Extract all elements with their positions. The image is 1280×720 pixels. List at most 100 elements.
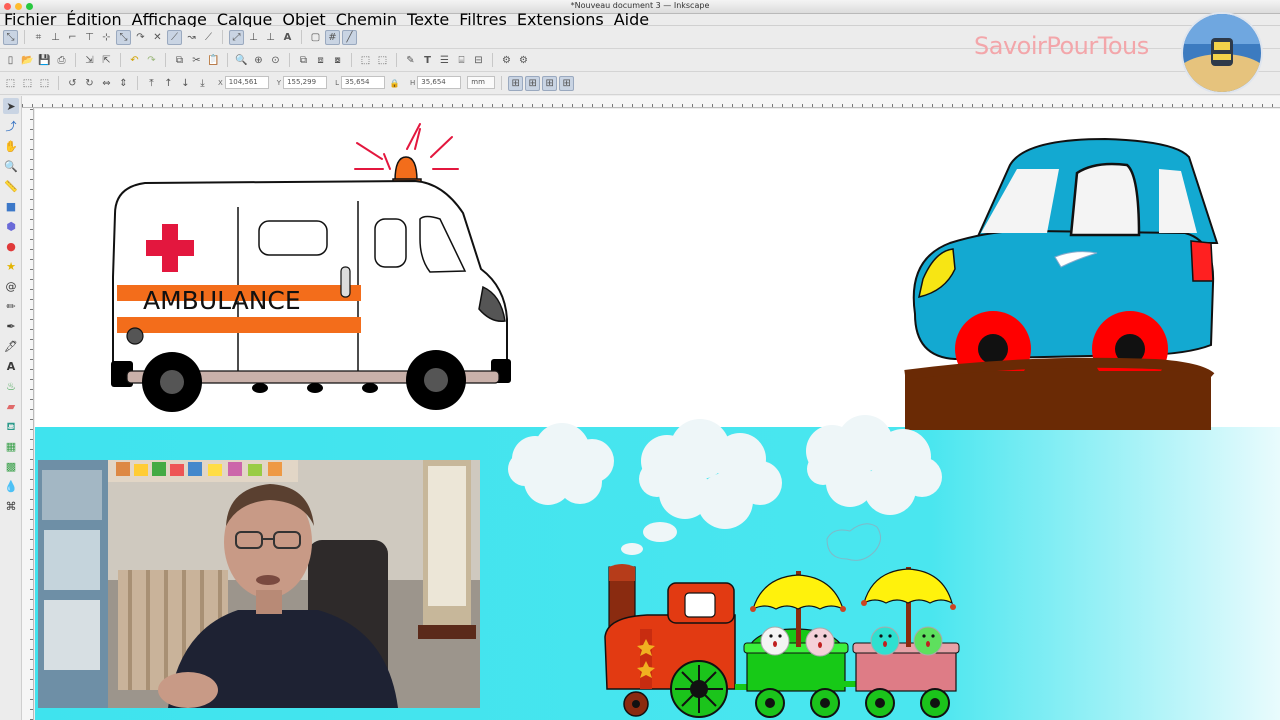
inkscape-window: *Nouveau document 3 — Inkscape Fichier É…: [0, 0, 1280, 720]
transform-gradients-icon[interactable]: ⊞: [542, 76, 558, 91]
raise-icon[interactable]: ↑: [161, 76, 176, 91]
menu-chemin[interactable]: Chemin: [336, 12, 397, 28]
unit-select[interactable]: mm: [467, 76, 496, 89]
connector-tool-icon[interactable]: ⌘: [3, 498, 19, 514]
cut-icon[interactable]: ✂: [189, 53, 204, 68]
transform-patterns-icon[interactable]: ⊞: [559, 76, 575, 91]
snap-text-icon[interactable]: A: [280, 30, 295, 45]
snap-center-icon[interactable]: ⊹: [99, 30, 114, 45]
pen-tool-icon[interactable]: ✒: [3, 318, 19, 334]
zoom-tool-icon[interactable]: 🔍: [3, 158, 19, 174]
x-field[interactable]: 104,561: [224, 76, 269, 89]
rotate-cw-icon[interactable]: ↻: [82, 76, 97, 91]
group-icon[interactable]: ⬚: [358, 53, 373, 68]
3dbox-tool-icon[interactable]: ⬢: [3, 218, 19, 234]
snap-intersection-icon[interactable]: ✕: [150, 30, 165, 45]
new-document-icon[interactable]: ▯: [3, 53, 18, 68]
calligraphy-tool-icon[interactable]: 🖋: [3, 338, 19, 354]
rectangle-tool-icon[interactable]: ■: [3, 198, 19, 214]
lower-to-bottom-icon[interactable]: ⤓: [195, 76, 210, 91]
gradient-tool-icon[interactable]: ▦: [3, 438, 19, 454]
horizontal-ruler[interactable]: [22, 96, 1280, 108]
undo-icon[interactable]: ↶: [127, 53, 142, 68]
select-all-layers-icon[interactable]: ⬚: [20, 76, 35, 91]
raise-to-top-icon[interactable]: ⤒: [144, 76, 159, 91]
menu-fichier[interactable]: Fichier: [4, 12, 56, 28]
snap-path-icon[interactable]: ↷: [133, 30, 148, 45]
ellipse-tool-icon[interactable]: ●: [3, 238, 19, 254]
snap-midpoint-icon[interactable]: ⊤: [82, 30, 97, 45]
duplicate-icon[interactable]: ⧉: [296, 53, 311, 68]
select-all-icon[interactable]: ⬚: [3, 76, 18, 91]
selector-tool-icon[interactable]: ➤: [3, 98, 19, 114]
snap-smooth-icon[interactable]: ↝: [184, 30, 199, 45]
open-document-icon[interactable]: 📂: [20, 53, 35, 68]
snap-corner-icon[interactable]: ⌐: [65, 30, 80, 45]
rotate-ccw-icon[interactable]: ↺: [65, 76, 80, 91]
height-field[interactable]: 35,654: [417, 76, 462, 89]
menu-texte[interactable]: Texte: [407, 12, 449, 28]
snap-object-mid-icon[interactable]: ⤢: [229, 30, 244, 45]
star-tool-icon[interactable]: ★: [3, 258, 19, 274]
vertical-ruler[interactable]: [22, 108, 34, 720]
text-tool-icon[interactable]: A: [3, 358, 19, 374]
lock-ratio-icon[interactable]: 🔒: [387, 76, 402, 91]
print-icon[interactable]: ⎙: [54, 53, 69, 68]
preferences-icon[interactable]: ⚙: [499, 53, 514, 68]
import-icon[interactable]: ⇲: [82, 53, 97, 68]
layers-icon[interactable]: ☰: [437, 53, 452, 68]
save-document-icon[interactable]: 💾: [37, 53, 52, 68]
align-icon[interactable]: ⊟: [471, 53, 486, 68]
snap-bbox-icon[interactable]: ⌗: [31, 30, 46, 45]
snap-cusp-icon[interactable]: ⟋: [167, 30, 182, 45]
deselect-icon[interactable]: ⬚: [37, 76, 52, 91]
y-field[interactable]: 155,299: [283, 76, 328, 89]
menu-aide[interactable]: Aide: [614, 12, 649, 28]
export-icon[interactable]: ⇱: [99, 53, 114, 68]
node-tool-icon[interactable]: ⤴: [3, 118, 19, 134]
snap-grid-icon[interactable]: #: [325, 30, 340, 45]
ungroup-icon[interactable]: ⬚: [375, 53, 390, 68]
document-properties-icon[interactable]: ⚙: [516, 53, 531, 68]
measure-tool-icon[interactable]: 📏: [3, 178, 19, 194]
zoom-selection-icon[interactable]: 🔍: [234, 53, 249, 68]
zoom-page-icon[interactable]: ⊙: [268, 53, 283, 68]
flip-vertical-icon[interactable]: ⇕: [116, 76, 131, 91]
tweak-tool-icon[interactable]: ✋: [3, 138, 19, 154]
xml-editor-icon[interactable]: ⌸: [454, 53, 469, 68]
snap-text-baseline-icon[interactable]: ⊥: [263, 30, 278, 45]
snap-line-mid-icon[interactable]: ⟋: [201, 30, 216, 45]
snap-edge-icon[interactable]: ⊥: [48, 30, 63, 45]
menu-objet[interactable]: Objet: [282, 12, 325, 28]
text-font-icon[interactable]: T: [420, 53, 435, 68]
eraser-tool-icon[interactable]: ▰: [3, 398, 19, 414]
scale-corners-icon[interactable]: ⊞: [525, 76, 541, 91]
paste-icon[interactable]: 📋: [206, 53, 221, 68]
snap-page-icon[interactable]: ▢: [308, 30, 323, 45]
zoom-drawing-icon[interactable]: ⊕: [251, 53, 266, 68]
spiral-tool-icon[interactable]: @: [3, 278, 19, 294]
snap-rotation-icon[interactable]: ⊥: [246, 30, 261, 45]
unlink-clone-icon[interactable]: ⧇: [330, 53, 345, 68]
snap-guide-icon[interactable]: ╱: [342, 30, 357, 45]
flip-horizontal-icon[interactable]: ⇔: [99, 76, 114, 91]
dropper-tool-icon[interactable]: 💧: [3, 478, 19, 494]
menu-affichage[interactable]: Affichage: [132, 12, 207, 28]
snap-toggle-icon[interactable]: ⤡: [3, 30, 18, 45]
menu-filtres[interactable]: Filtres: [459, 12, 507, 28]
bucket-tool-icon[interactable]: ⛾: [3, 418, 19, 434]
copy-icon[interactable]: ⧉: [172, 53, 187, 68]
width-field[interactable]: 35,654: [340, 76, 385, 89]
menu-extensions[interactable]: Extensions: [517, 12, 604, 28]
snap-nodes-icon[interactable]: ⤡: [116, 30, 131, 45]
fill-stroke-icon[interactable]: ✎: [403, 53, 418, 68]
scale-stroke-icon[interactable]: ⊞: [508, 76, 524, 91]
redo-icon[interactable]: ↷: [144, 53, 159, 68]
menu-calque[interactable]: Calque: [217, 12, 273, 28]
mesh-tool-icon[interactable]: ▩: [3, 458, 19, 474]
menu-edition[interactable]: Édition: [66, 12, 121, 28]
lower-icon[interactable]: ↓: [178, 76, 193, 91]
pencil-tool-icon[interactable]: ✏: [3, 298, 19, 314]
clone-icon[interactable]: ⧈: [313, 53, 328, 68]
spray-tool-icon[interactable]: ♨: [3, 378, 19, 394]
